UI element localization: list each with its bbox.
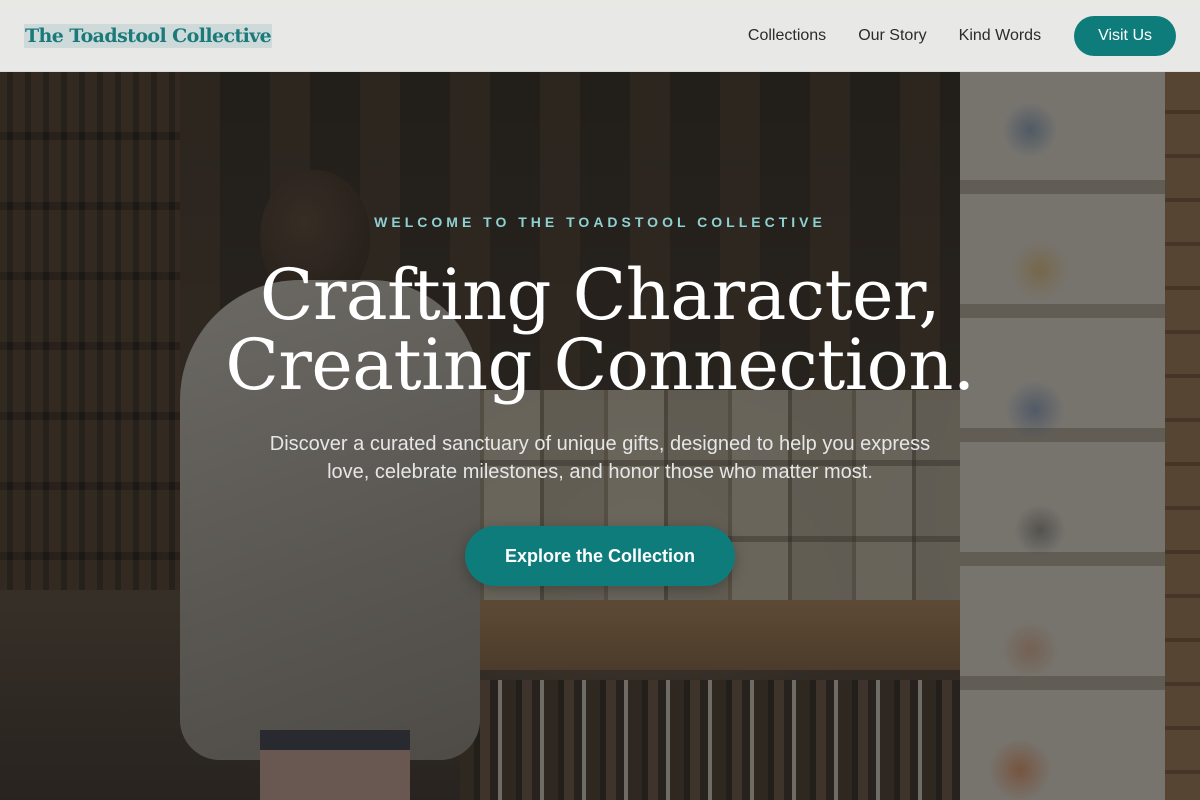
nav-link-collections[interactable]: Collections [748, 27, 826, 45]
site-header: The Toadstool Collective Collections Our… [0, 0, 1200, 72]
explore-collection-button[interactable]: Explore the Collection [465, 526, 735, 586]
brand-logo[interactable]: The Toadstool Collective [24, 23, 273, 48]
hero-headline-line-2: Creating Connection. [225, 324, 975, 406]
nav-link-kind-words[interactable]: Kind Words [959, 27, 1041, 45]
main-nav: Collections Our Story Kind Words Visit U… [748, 15, 1176, 56]
hero-subtext: Discover a curated sanctuary of unique g… [269, 433, 931, 483]
hero-section: WELCOME TO THE TOADSTOOL COLLECTIVE Craf… [0, 72, 1200, 800]
hero-eyebrow: WELCOME TO THE TOADSTOOL COLLECTIVE [374, 214, 826, 230]
hero-headline: Crafting Character, Creating Connection. [225, 254, 975, 406]
hero-headline-line-1: Crafting Character, [259, 254, 941, 336]
visit-us-button[interactable]: Visit Us [1074, 15, 1176, 56]
nav-link-our-story[interactable]: Our Story [858, 27, 926, 45]
